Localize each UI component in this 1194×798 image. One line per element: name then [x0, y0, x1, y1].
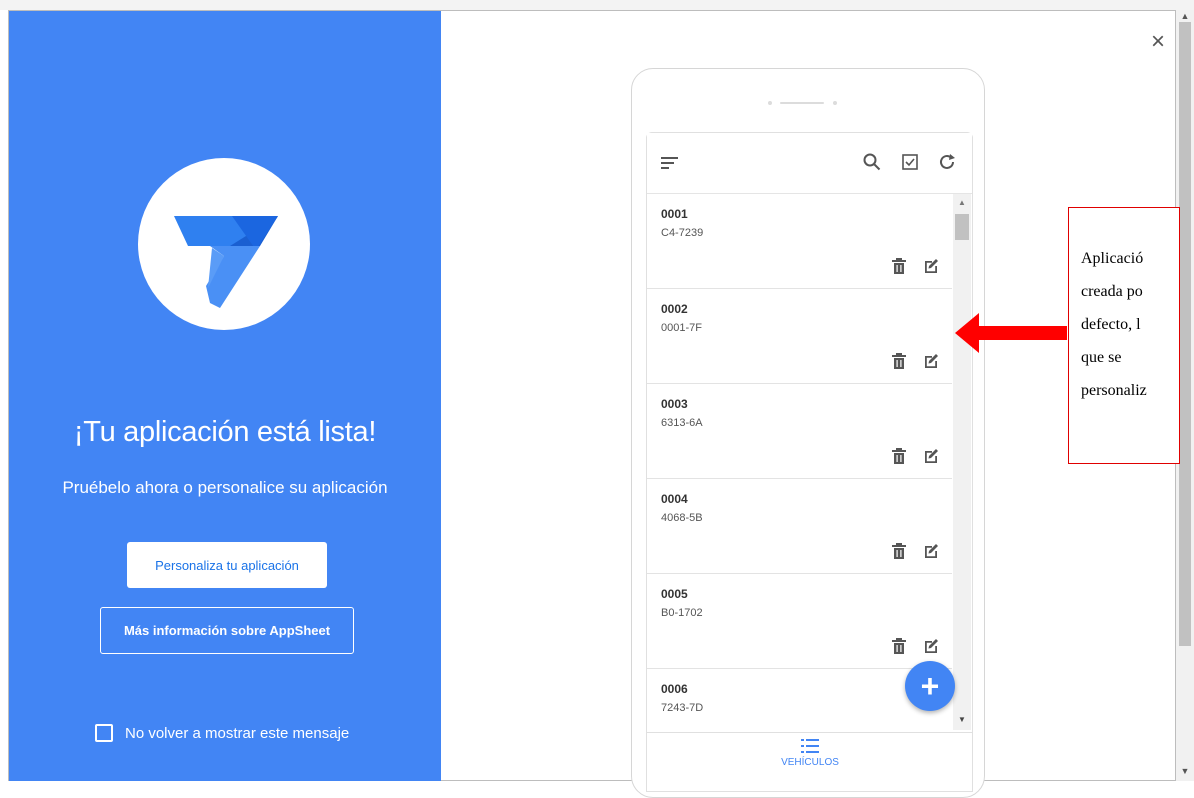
tab-label: VEHÍCULOS: [781, 757, 839, 768]
list-item[interactable]: 0005 B0-1702: [647, 574, 952, 669]
search-icon[interactable]: [861, 151, 883, 173]
item-id: 0003: [661, 397, 688, 411]
delete-icon[interactable]: [892, 353, 906, 369]
edit-icon[interactable]: [923, 448, 939, 464]
select-checkbox-icon[interactable]: [899, 151, 921, 173]
list-scrollbar[interactable]: [953, 194, 971, 730]
annotation-line: que se: [1081, 349, 1122, 366]
edit-icon[interactable]: [923, 353, 939, 369]
bottom-nav: VEHÍCULOS: [647, 732, 972, 782]
close-icon[interactable]: ×: [1148, 30, 1168, 54]
app-bar: [647, 133, 972, 194]
list-icon: [801, 739, 819, 753]
appsheet-logo: [138, 158, 310, 330]
list-scroll-up-icon[interactable]: ▲: [953, 198, 971, 208]
item-id: 0001: [661, 207, 688, 221]
page-scrollbar-thumb[interactable]: [1179, 22, 1191, 646]
annotation-arrow-icon: [955, 313, 1067, 353]
scroll-down-arrow-icon[interactable]: ▼: [1176, 765, 1194, 777]
more-info-button[interactable]: Más información sobre AppSheet: [100, 607, 354, 654]
item-id: 0006: [661, 682, 688, 696]
item-plate: C4-7239: [661, 227, 704, 239]
tab-vehiculos[interactable]: VEHÍCULOS: [767, 739, 853, 781]
item-plate: 7243-7D: [661, 702, 704, 714]
item-plate: B0-1702: [661, 607, 703, 619]
customize-app-button[interactable]: Personaliza tu aplicación: [127, 542, 327, 588]
list-item[interactable]: 0002 0001-7F: [647, 289, 952, 384]
annotation-line: Aplicació: [1081, 250, 1144, 267]
dont-show-again-row: No volver a mostrar este mensaje: [95, 722, 349, 744]
delete-icon[interactable]: [892, 448, 906, 464]
item-plate: 6313-6A: [661, 417, 703, 429]
list-item[interactable]: 0004 4068-5B: [647, 479, 952, 574]
refresh-icon[interactable]: [935, 150, 959, 174]
annotation-line: creada po: [1081, 283, 1143, 300]
list-scrollbar-thumb[interactable]: [955, 214, 969, 240]
dont-show-label: No volver a mostrar este mensaje: [125, 724, 350, 742]
top-strip: [0, 0, 1194, 10]
delete-icon[interactable]: [892, 638, 906, 654]
annotation-box: Aplicació creada po defecto, l que se pe…: [1068, 207, 1180, 464]
dont-show-checkbox[interactable]: [95, 724, 113, 742]
scroll-up-arrow-icon[interactable]: ▲: [1176, 10, 1194, 22]
item-id: 0002: [661, 302, 688, 316]
item-plate: 0001-7F: [661, 322, 702, 334]
subtitle: Pruébelo ahora o personalice su aplicaci…: [62, 478, 388, 497]
edit-icon[interactable]: [923, 638, 939, 654]
item-id: 0005: [661, 587, 688, 601]
list-item[interactable]: 0003 6313-6A: [647, 384, 952, 479]
annotation-line: defecto, l: [1081, 316, 1141, 333]
add-item-button[interactable]: +: [905, 661, 955, 711]
sort-menu-icon[interactable]: [659, 153, 681, 173]
list-item[interactable]: 0001 C4-7239: [647, 194, 952, 289]
list-scroll-down-icon[interactable]: ▼: [953, 715, 971, 725]
appsheet-logo-icon: [174, 216, 278, 308]
welcome-panel: [9, 11, 441, 781]
edit-icon[interactable]: [923, 258, 939, 274]
phone-speaker: [768, 101, 840, 105]
item-id: 0004: [661, 492, 688, 506]
delete-icon[interactable]: [892, 258, 906, 274]
page-title: ¡Tu aplicación está lista!: [73, 416, 377, 448]
delete-icon[interactable]: [892, 543, 906, 559]
item-plate: 4068-5B: [661, 512, 703, 524]
vehicle-list: 0001 C4-7239 0002 0001-7F 0003 6313-6A 0…: [647, 194, 972, 730]
annotation-text: Aplicació creada po defecto, l que se pe…: [1081, 242, 1179, 407]
edit-icon[interactable]: [923, 543, 939, 559]
annotation-line: personaliz: [1081, 382, 1147, 399]
